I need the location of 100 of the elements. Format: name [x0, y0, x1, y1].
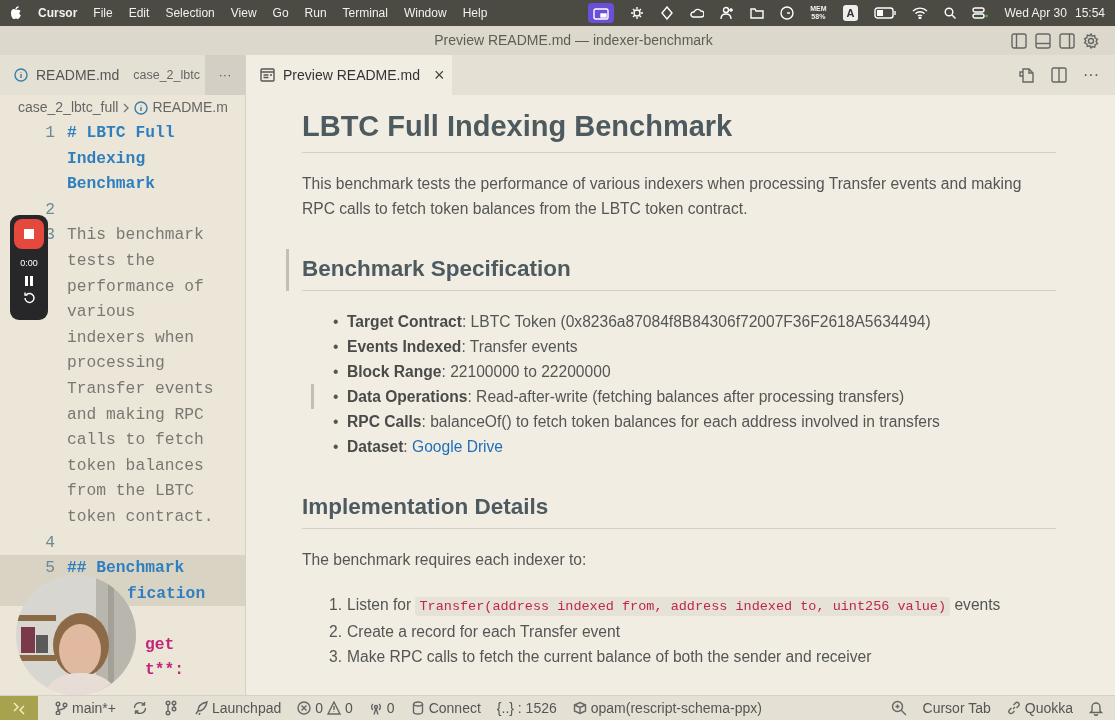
folder-icon[interactable] [750, 6, 765, 20]
code-line: ## Benchmark [67, 558, 185, 578]
list-item-text: Listen for Transfer(address indexed from, address indexed to, uint256 value) events [347, 595, 1001, 613]
bullet: • [333, 436, 340, 457]
preview-tab[interactable]: Preview README.md × [246, 55, 453, 95]
recording-time: 0:00 [20, 257, 38, 270]
line-number: 1 [44, 122, 56, 144]
link-icon [1006, 701, 1021, 715]
menu-item[interactable]: Selection [165, 4, 215, 22]
list-number: 1. [329, 594, 343, 615]
search-icon[interactable] [944, 7, 957, 19]
inline-code: Transfer(address indexed from, address indexed to, uint256 value) [415, 596, 951, 616]
list-item-text: Dataset: [347, 437, 409, 455]
list-number: 2. [329, 621, 343, 642]
line-number: 4 [44, 531, 56, 554]
more-actions-button[interactable]: ··· [205, 55, 245, 95]
branch-item[interactable]: main*+ [54, 697, 116, 719]
more-actions-button[interactable]: ··· [1083, 63, 1099, 87]
pause-icon[interactable] [24, 274, 34, 287]
list-item-text: Create a record for each Transfer event [347, 622, 621, 640]
code-line: get [145, 634, 175, 654]
settings-icon[interactable] [1083, 32, 1099, 49]
section-heading: Implementation Details [302, 486, 1056, 529]
list-item-text: RPC Calls: balanceOf() to fetch token balances for each address involved in transfers [347, 412, 940, 430]
app-menu[interactable]: Cursor [38, 4, 78, 22]
stop-button[interactable] [14, 219, 44, 249]
preview-icon [260, 68, 275, 82]
branch-icon [54, 701, 68, 715]
editor-tab[interactable]: README.md case_2_lbtc [0, 55, 205, 95]
restart-icon[interactable] [22, 290, 36, 305]
bullet: • [333, 336, 340, 357]
open-source-icon[interactable] [1017, 66, 1035, 84]
database-icon [410, 701, 425, 715]
zoom-icon[interactable] [890, 700, 907, 716]
section-heading: Benchmark Specification [302, 248, 1056, 291]
code-line: # LBTC Full Indexing Benchmark [67, 123, 176, 194]
breadcrumb-item[interactable]: README.m [152, 97, 228, 118]
panel-toggle-icon[interactable] [1035, 32, 1051, 49]
menu-item[interactable]: Help [462, 4, 488, 22]
chevron-right-icon [122, 102, 131, 113]
quokka-item[interactable]: Quokka [1006, 697, 1073, 719]
bullet: • [333, 411, 340, 432]
paragraph: The benchmark requires each indexer to: [302, 549, 588, 570]
split-editor-icon[interactable] [1051, 67, 1067, 83]
cursor-tab-item[interactable]: Cursor Tab [922, 697, 991, 719]
list-item-text: Data Operations: Read-after-write (fetching balances after processing transfers) [347, 387, 905, 405]
package-icon [572, 701, 587, 715]
input-source[interactable]: A [842, 4, 859, 22]
right-sidebar-toggle-icon[interactable] [1059, 32, 1075, 49]
wifi-icon[interactable] [912, 7, 929, 19]
menu-item[interactable]: Run [304, 4, 327, 22]
info-icon [134, 100, 149, 115]
gear-icon[interactable] [630, 6, 645, 20]
menu-item[interactable]: View [230, 4, 257, 22]
battery-icon[interactable] [874, 7, 897, 19]
menu-item[interactable]: Edit [128, 4, 150, 22]
close-icon[interactable]: × [433, 61, 445, 89]
list-number: 3. [329, 646, 343, 667]
diamond-icon[interactable] [660, 6, 675, 20]
bullet: • [333, 386, 340, 407]
screen-record-icon[interactable] [588, 3, 615, 23]
broadcast-icon [368, 701, 383, 715]
breadcrumb-item[interactable]: case_2_lbtc_full [18, 97, 119, 118]
code-line: fication [127, 583, 206, 603]
apple-icon [10, 6, 22, 20]
warning-icon [327, 701, 342, 715]
line-number: 5 [44, 557, 56, 580]
link[interactable]: Google Drive [412, 437, 504, 455]
left-sidebar-toggle-icon[interactable] [1011, 32, 1027, 49]
error-icon [297, 701, 312, 715]
code-line: This benchmark tests the performance of various indexers when processing Transfer events and making RPC calls to fetch token balances from the LBTC token contract. [67, 225, 215, 526]
bell-icon[interactable] [1089, 700, 1103, 716]
paragraph: This benchmark tests the performance of various indexers when processing Transfer events and making RPC calls to fetch token balances from the LBTC token contract. [302, 173, 1023, 219]
ports-item[interactable]: 0 [368, 697, 395, 719]
cloud-icon[interactable] [690, 6, 705, 20]
launchpad-item[interactable]: Launchpad [193, 697, 282, 719]
stop-icon [23, 228, 35, 240]
connect-item[interactable]: Connect [410, 697, 481, 719]
sync-icon[interactable] [131, 700, 148, 716]
problems-item[interactable]: 0 0 [297, 697, 353, 719]
remote-icon [12, 701, 26, 715]
list-item-text: Events Indexed: Transfer events [347, 337, 578, 355]
list-item-text: Block Range: 22100000 to 22200000 [347, 362, 611, 380]
bullet: • [333, 311, 340, 332]
code-line: t**: [145, 660, 185, 680]
menu-bar-time[interactable]: 15:54 [1074, 4, 1105, 22]
menu-item[interactable]: File [93, 4, 113, 22]
bullet: • [333, 361, 340, 382]
menu-item[interactable]: Terminal [342, 4, 388, 22]
menu-bar-date[interactable]: Wed Apr 30 [1004, 4, 1067, 22]
person-plus-icon[interactable] [720, 6, 735, 20]
list-item-text: Target Contract: LBTC Token (0x8236a87084f8B84306f72007F36F2618A5634494) [347, 312, 931, 330]
menu-item[interactable]: Go [272, 4, 289, 22]
list-item-text: Make RPC calls to fetch the current balance of both the sender and receiver [347, 647, 872, 665]
opam-item[interactable]: opam(rescript-schema-ppx) [572, 697, 762, 719]
menu-item[interactable]: Window [403, 4, 447, 22]
control-center-icon[interactable] [972, 7, 989, 19]
info-icon [14, 68, 28, 82]
graph-icon[interactable] [163, 700, 178, 716]
symbols-item[interactable]: {..} : 1526 [496, 697, 557, 719]
